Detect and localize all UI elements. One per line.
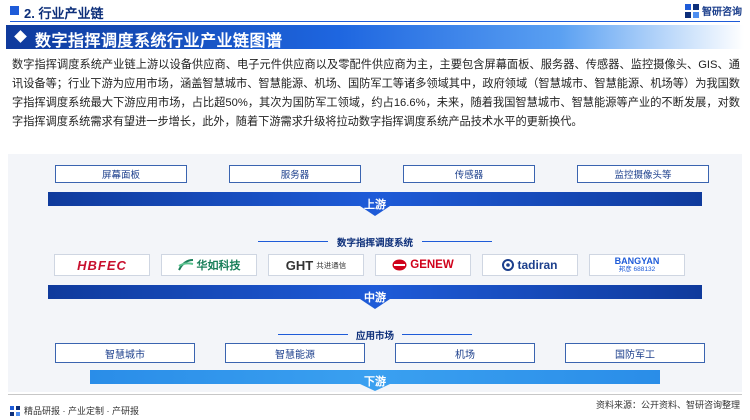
upstream-item: 传感器 xyxy=(403,165,535,183)
upstream-item: 屏幕面板 xyxy=(55,165,187,183)
upstream-items: 屏幕面板 服务器 传感器 监控摄像头等 xyxy=(55,165,709,183)
tadiran-icon xyxy=(502,259,515,271)
industry-chain-diagram: 屏幕面板 服务器 传感器 监控摄像头等 上游 数字指挥调度系统 HBFEC 华如… xyxy=(8,154,742,392)
diamond-icon xyxy=(14,30,27,43)
company-name: BANGYAN xyxy=(614,256,660,266)
company-name: tadiran xyxy=(517,258,558,272)
downstream-item: 机场 xyxy=(395,343,535,363)
downstream-label: 下游 xyxy=(364,376,386,388)
downstream-item: 国防军工 xyxy=(565,343,705,363)
huaru-icon xyxy=(177,259,193,271)
midstream-label: 中游 xyxy=(364,292,386,304)
footer-brand: 精品研报 · 产业定制 · 产研报 xyxy=(10,404,139,417)
company-logo-huaru: 华如科技 xyxy=(161,254,257,276)
brand-name: 智研咨询 xyxy=(702,7,742,18)
page-header: 2. 行业产业链 智研咨询 xyxy=(0,0,750,22)
brand-logo: 智研咨询 xyxy=(685,3,742,18)
upstream-band: 上游 xyxy=(8,192,742,216)
company-logo-ght: GHT 共进通信 xyxy=(268,254,364,276)
company-logo-genew: GENEW xyxy=(375,254,471,276)
upstream-label: 上游 xyxy=(364,199,386,211)
company-logo-tadiran: tadiran xyxy=(482,254,578,276)
upstream-item: 服务器 xyxy=(229,165,361,183)
genew-icon xyxy=(392,259,407,271)
source-note: 资料来源：公开资料、智研咨询整理 xyxy=(595,400,740,410)
downstream-items: 智慧城市 智慧能源 机场 国防军工 xyxy=(55,343,705,363)
downstream-title: 应用市场 xyxy=(355,331,394,342)
midstream-band: 中游 xyxy=(8,285,742,309)
section-title: 2. 行业产业链 xyxy=(24,6,104,21)
header-divider xyxy=(10,21,740,22)
downstream-band: 下游 xyxy=(8,368,742,392)
company-name: GHT xyxy=(285,257,314,273)
footer-divider xyxy=(8,394,742,395)
company-name: GENEW xyxy=(410,259,454,271)
company-name: 华如科技 xyxy=(196,260,241,272)
title-banner: 数字指挥调度系统行业产业链图谱 xyxy=(6,25,744,50)
banner-title: 数字指挥调度系统行业产业链图谱 xyxy=(35,33,283,50)
divider xyxy=(402,334,472,335)
upstream-item: 监控摄像头等 xyxy=(577,165,709,183)
company-subname: 共进通信 xyxy=(316,260,347,270)
footer-slogan: 精品研报 · 产业定制 · 产研报 xyxy=(24,406,139,416)
company-subname: 邦彦 688132 xyxy=(618,266,656,273)
company-logo-bangyan: BANGYAN 邦彦 688132 xyxy=(589,254,685,276)
company-logo-hbfec: HBFEC xyxy=(54,254,150,276)
downstream-item: 智慧能源 xyxy=(225,343,365,363)
section-marker xyxy=(10,6,19,15)
intro-paragraph: 数字指挥调度系统产业链上游以设备供应商、电子元件供应商以及零配件供应商为主，主要… xyxy=(12,59,740,128)
brand-mark-icon xyxy=(10,405,20,416)
divider xyxy=(422,241,492,242)
midstream-title: 数字指挥调度系统 xyxy=(336,238,413,249)
brand-mark-icon xyxy=(685,3,699,18)
company-name: HBFEC xyxy=(77,257,127,273)
downstream-item: 智慧城市 xyxy=(55,343,195,363)
